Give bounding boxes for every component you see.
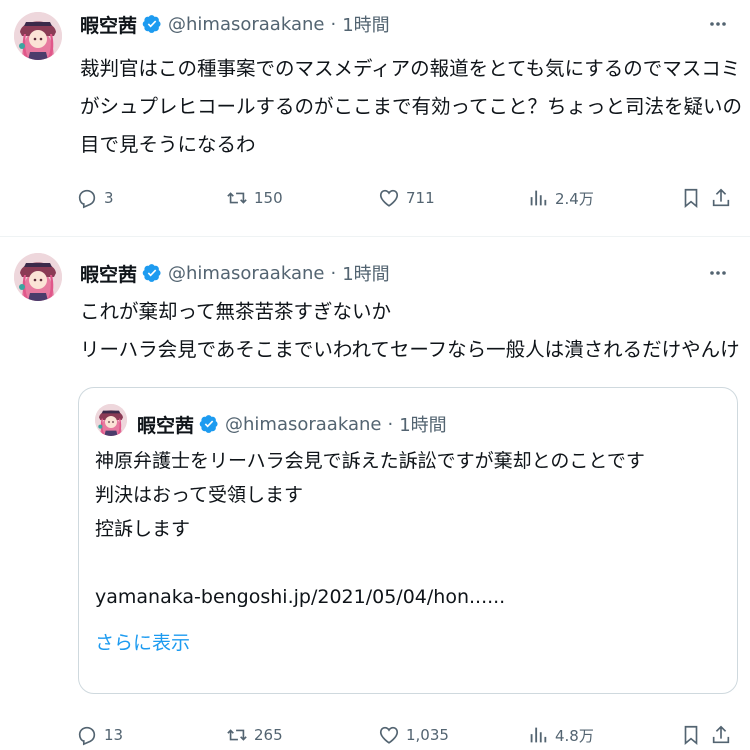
bookmark-button[interactable]	[680, 720, 702, 750]
author-name[interactable]: 暇空茜	[80, 11, 137, 38]
quoted-text-line: 控訴します	[95, 518, 191, 540]
retweet-icon	[227, 192, 247, 204]
share-icon	[712, 725, 730, 744]
like-count: 711	[406, 189, 435, 207]
share-icon	[712, 188, 730, 207]
tweet-text-line: 裁判官はこの種事案でのマスメディアの報道をとても気にするのでマスコミ	[80, 57, 741, 80]
reply-button[interactable]: 13	[76, 720, 123, 750]
tweet-text-line: がシュプレヒコールするのがここまで有効ってこと？ちょっと司法を疑いの	[80, 95, 743, 118]
verified-badge-icon	[142, 263, 162, 283]
views-icon	[530, 727, 547, 743]
tweet-text: 裁判官はこの種事案でのマスメディアの報道をとても気にするのでマスコミ がシュプレ…	[80, 50, 743, 164]
verified-badge-icon	[142, 14, 162, 34]
tweet-text-line: これが棄却って無茶苦茶すぎないか	[80, 300, 392, 323]
share-button[interactable]	[710, 183, 732, 213]
tweet-text-line: 目で見そうになるわ	[80, 133, 256, 156]
show-more-link[interactable]: さらに表示	[95, 628, 190, 655]
views-count: 2.4万	[555, 189, 594, 208]
retweet-button[interactable]: 265	[226, 720, 283, 750]
avatar[interactable]	[14, 12, 62, 60]
quoted-author-name: 暇空茜	[137, 414, 195, 437]
like-icon	[379, 189, 399, 207]
retweet-count: 265	[254, 726, 283, 744]
timestamp[interactable]: 1時間	[342, 11, 389, 37]
author-name[interactable]: 暇空茜	[80, 260, 137, 287]
avatar-image	[95, 404, 127, 436]
quoted-text: 神原弁護士をリーハラ会見で訴えた訴訟ですが棄却とのことです 判決はおって受領しま…	[95, 444, 725, 614]
reply-button[interactable]: 3	[76, 183, 114, 213]
tweet-header: 暇空茜 @himasoraakane · 1時間	[80, 259, 390, 287]
like-count: 1,035	[406, 726, 449, 744]
share-button[interactable]	[710, 720, 732, 750]
reply-icon	[78, 189, 96, 209]
tweet[interactable]: 暇空茜 @himasoraakane · 1時間 これが棄却って無茶苦茶すぎない…	[0, 237, 750, 750]
views-button[interactable]: 2.4万	[527, 183, 594, 213]
tweet[interactable]: 暇空茜 @himasoraakane · 1時間 裁判官はこの種事案でのマスメデ…	[0, 0, 750, 237]
like-button[interactable]: 711	[378, 183, 435, 213]
timestamp[interactable]: 1時間	[342, 260, 389, 286]
quoted-timestamp: 1時間	[399, 415, 447, 436]
quoted-author-handle: @himasoraakane	[225, 413, 382, 435]
reply-count: 3	[104, 189, 114, 207]
avatar[interactable]	[14, 253, 62, 301]
separator-dot: ·	[387, 413, 394, 435]
more-icon[interactable]	[706, 12, 730, 36]
author-handle[interactable]: @himasoraakane	[168, 14, 324, 35]
views-count: 4.8万	[555, 726, 594, 745]
quoted-header: 暇空茜 @himasoraakane · 1時間	[137, 410, 447, 438]
quoted-avatar[interactable]	[95, 404, 127, 436]
tweet-text-line: リーハラ会見であそこまでいわれてセーフなら一般人は潰されるだけやんけ	[80, 338, 740, 361]
bookmark-icon	[684, 188, 698, 209]
quoted-text-line	[95, 546, 725, 580]
action-bar: 13 265 1,035 4.8万	[76, 720, 736, 750]
bookmark-icon	[684, 725, 698, 746]
tweet-text: これが棄却って無茶苦茶すぎないか リーハラ会見であそこまでいわれてセーフなら一般…	[80, 293, 740, 369]
action-bar: 3 150 711 2.4万	[76, 183, 736, 213]
quoted-tweet[interactable]: 暇空茜 @himasoraakane · 1時間 神原弁護士をリーハラ会見で訴え…	[78, 387, 738, 694]
retweet-icon	[227, 729, 247, 741]
views-icon	[530, 190, 547, 206]
like-button[interactable]: 1,035	[378, 720, 449, 750]
verified-badge-icon	[199, 414, 219, 434]
quoted-text-line: 判決はおって受領します	[95, 484, 304, 506]
retweet-button[interactable]: 150	[226, 183, 283, 213]
reply-icon	[78, 726, 96, 746]
tweet-header: 暇空茜 @himasoraakane · 1時間	[80, 10, 390, 38]
quoted-text-line: 神原弁護士をリーハラ会見で訴えた訴訟ですが棄却とのことです	[95, 450, 645, 472]
separator-dot: ·	[330, 13, 337, 35]
like-icon	[379, 726, 399, 744]
views-button[interactable]: 4.8万	[527, 720, 594, 750]
avatar-image	[14, 253, 62, 301]
reply-count: 13	[104, 726, 124, 744]
retweet-count: 150	[254, 189, 283, 207]
quoted-link[interactable]: yamanaka-bengoshi.jp/2021/05/04/hon.....…	[95, 580, 725, 614]
author-handle[interactable]: @himasoraakane	[168, 263, 324, 284]
avatar-image	[14, 12, 62, 60]
separator-dot: ·	[330, 262, 337, 284]
more-icon[interactable]	[706, 261, 730, 285]
bookmark-button[interactable]	[680, 183, 702, 213]
